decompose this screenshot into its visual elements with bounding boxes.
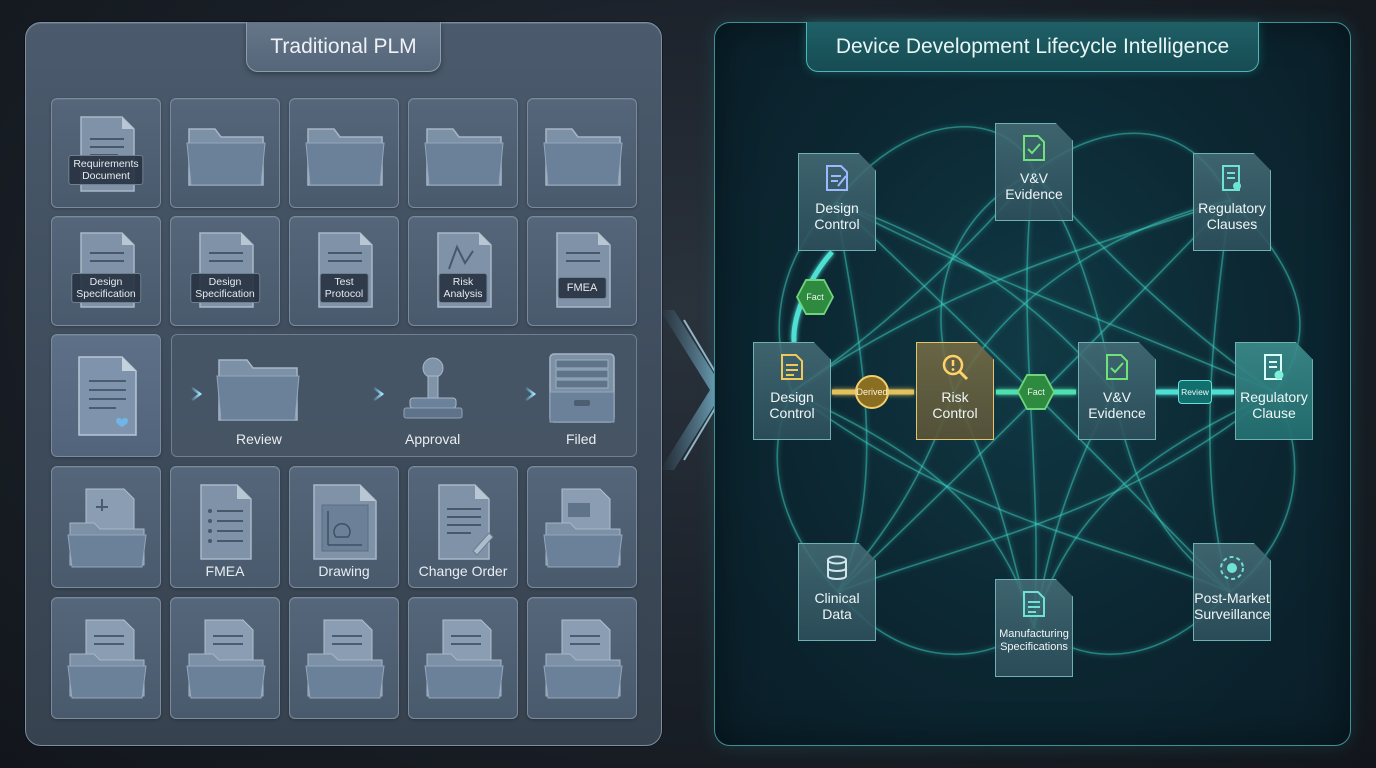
document-folder-cell[interactable] (408, 597, 518, 719)
check-document-icon (1023, 135, 1045, 161)
change-order-cell[interactable]: Change Order (408, 466, 518, 588)
filing-cabinet-icon (549, 353, 615, 423)
change-order-caption: Change Order (418, 563, 508, 579)
approval-stamp-icon (403, 357, 463, 419)
risk-control-node[interactable]: Risk Control (916, 342, 994, 440)
review-badge[interactable]: Review (1178, 380, 1212, 404)
vv-evidence-node-mid[interactable]: V&V Evidence (1078, 342, 1156, 440)
magnify-alert-icon (942, 354, 969, 381)
document-in-folder-icon (305, 619, 385, 699)
document-folder-cell[interactable] (527, 466, 637, 588)
document-folder-cell[interactable] (51, 597, 161, 719)
document-folder-cell[interactable] (51, 466, 161, 588)
regulatory-document-icon (1222, 165, 1241, 191)
document-folder-cell[interactable] (289, 597, 399, 719)
filed-label: Filed (566, 431, 597, 447)
surveillance-radar-icon (1220, 556, 1244, 580)
review-folder-icon (216, 359, 300, 421)
manufacturing-specifications-node[interactable]: Manufacturing Specifications (995, 579, 1073, 677)
document-in-folder-icon (424, 619, 504, 699)
document-in-folder-icon (186, 619, 266, 699)
document-in-folder-icon (67, 488, 147, 568)
database-icon (827, 555, 847, 580)
approval-label: Approval (405, 431, 461, 447)
check-document-icon (1106, 354, 1128, 380)
fmea-caption: FMEA (205, 563, 245, 579)
review-label: Review (236, 431, 282, 447)
drawing-cell[interactable]: Drawing (289, 466, 399, 588)
document-icon (781, 354, 803, 380)
document-folder-cell[interactable] (527, 597, 637, 719)
document-icon (1023, 591, 1045, 617)
document-in-folder-icon (543, 619, 623, 699)
derived-badge[interactable]: Derived (855, 375, 889, 409)
document-in-folder-icon (67, 619, 147, 699)
document-in-folder-icon (543, 488, 623, 568)
regulatory-clause-node[interactable]: Regulatory Clause (1235, 342, 1313, 440)
regulatory-clauses-node[interactable]: Regulatory Clauses (1193, 153, 1271, 251)
vv-evidence-node-top[interactable]: V&V Evidence (995, 123, 1073, 221)
fmea-document-cell[interactable]: FMEA (170, 466, 280, 588)
design-control-node-top[interactable]: Design Control (798, 153, 876, 251)
regulatory-check-icon (1264, 354, 1284, 380)
post-market-surveillance-node[interactable]: Post-Market Surveillance (1193, 543, 1271, 641)
design-control-node-mid[interactable]: Design Control (753, 342, 831, 440)
edit-document-icon (826, 165, 848, 191)
clinical-data-node[interactable]: Clinical Data (798, 543, 876, 641)
drawing-caption: Drawing (318, 563, 370, 579)
document-folder-cell[interactable] (170, 597, 280, 719)
